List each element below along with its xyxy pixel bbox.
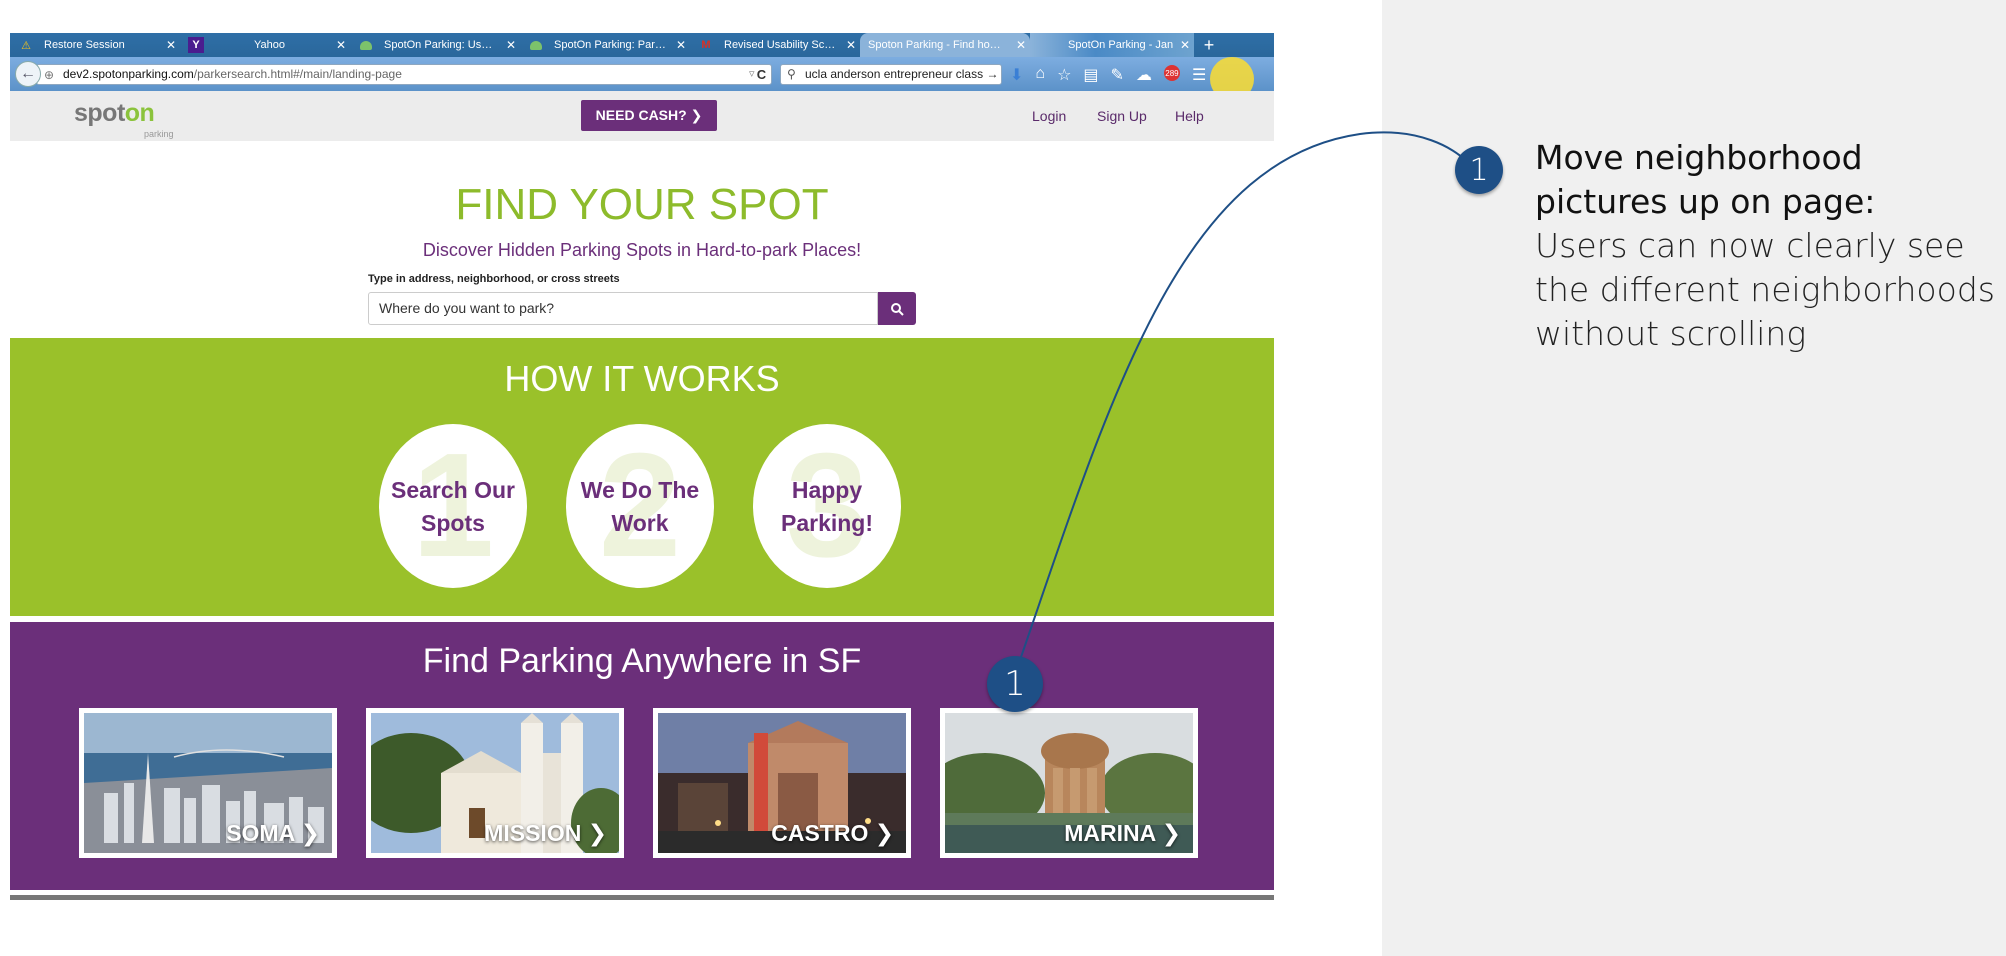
step-happy-parking: 3 Happy Parking! — [753, 424, 901, 588]
mission-photo: MISSION ❯ — [371, 713, 619, 853]
addon-badge-icon[interactable]: 289 — [1163, 65, 1180, 81]
tab-label: Spoton Parking - Find ho… — [868, 39, 1001, 51]
url-path: /parkersearch.html#/main/landing-page — [193, 67, 402, 81]
need-cash-button[interactable]: NEED CASH? ❯ — [581, 100, 717, 131]
neighborhood-card-mission[interactable]: MISSION ❯ — [366, 708, 624, 858]
hero-subtitle: Discover Hidden Parking Spots in Hard-to… — [422, 240, 862, 260]
marina-photo: MARINA ❯ — [945, 713, 1193, 853]
help-link[interactable]: Help — [1175, 108, 1204, 124]
step-we-do-the-work: 2 We Do The Work — [566, 424, 714, 588]
tab-bar: ⚠ Restore Session ✕ Y Yahoo ✕ SpotOn Par… — [10, 33, 1274, 57]
park-search-input[interactable]: Where do you want to park? — [368, 292, 878, 325]
castro-photo: CASTRO ❯ — [658, 713, 906, 853]
tab-yahoo[interactable]: Y Yahoo ✕ — [180, 33, 350, 57]
download-icon[interactable]: ⬇ — [1010, 65, 1023, 85]
search-value: ucla anderson entrepreneur class — [805, 67, 984, 81]
home-icon[interactable]: ⌂ — [1035, 65, 1045, 85]
how-it-works-title: HOW IT WORKS — [504, 358, 780, 399]
neighborhood-label: SOMA ❯ — [226, 820, 320, 846]
soma-photo: SOMA ❯ — [84, 713, 332, 853]
neighborhoods-title: Find Parking Anywhere in SF — [422, 642, 862, 680]
spoton-icon — [358, 37, 374, 53]
close-icon[interactable]: ✕ — [162, 38, 180, 52]
search-icon: ⚲ — [787, 67, 796, 81]
login-link[interactable]: Login — [1032, 108, 1066, 124]
tab-spoton-parking[interactable]: SpotOn Parking: Par… ✕ — [520, 33, 690, 57]
logo-text: spot — [74, 99, 125, 127]
warning-icon: ⚠ — [21, 39, 31, 52]
go-arrow-icon[interactable]: → — [986, 67, 998, 81]
spoton-icon — [528, 37, 544, 53]
neighborhood-label: CASTRO ❯ — [771, 820, 894, 846]
tab-spoton-usability[interactable]: SpotOn Parking: Us… ✕ — [350, 33, 520, 57]
menu-icon[interactable]: ☰ — [1192, 65, 1206, 85]
close-icon[interactable]: ✕ — [1012, 38, 1030, 52]
reload-icon[interactable]: C — [751, 64, 772, 85]
tab-spoton-find[interactable]: Spoton Parking - Find ho… ✕ — [860, 33, 1030, 57]
tab-label: SpotOn Parking - Jan … — [1068, 39, 1176, 51]
tab-restore-session[interactable]: ⚠ Restore Session ✕ — [10, 33, 180, 57]
neighborhood-label: MARINA ❯ — [1064, 820, 1181, 846]
hero-title: FIND YOUR SPOT — [455, 180, 829, 229]
chat-icon[interactable]: ☁ — [1136, 65, 1152, 85]
new-tab-button[interactable]: + — [1194, 33, 1224, 57]
neighborhood-label: MISSION ❯ — [484, 820, 607, 846]
close-icon[interactable]: ✕ — [332, 38, 350, 52]
neighborhood-card-castro[interactable]: CASTRO ❯ — [653, 708, 911, 858]
gmail-icon: M — [701, 39, 711, 51]
step-label: Happy Parking! — [753, 474, 901, 540]
step-line2: Spots — [421, 510, 485, 536]
tab-label: Restore Session — [44, 39, 125, 51]
step-line1: We Do The — [580, 477, 700, 503]
logo-subtitle: parking — [144, 129, 174, 139]
step-line2: Parking! — [780, 510, 874, 536]
page-bottom-border — [10, 895, 1274, 900]
sync-icon[interactable]: ✎ — [1111, 65, 1124, 85]
search-icon — [891, 302, 904, 316]
tab-spoton-jan[interactable]: SpotOn Parking - Jan … ✕ — [1030, 33, 1194, 57]
site-header: spoton parking NEED CASH? ❯ Login Sign U… — [10, 91, 1274, 141]
tab-label: SpotOn Parking: Par… — [554, 39, 666, 51]
neighborhoods-section: Find Parking Anywhere in SF SOMA ❯ MISSI… — [10, 622, 1274, 890]
tab-revised-usability[interactable]: M Revised Usability Sc… ✕ — [690, 33, 860, 57]
annotation-title: Move neighborhood pictures up on page: — [1535, 138, 1876, 221]
tab-label: Revised Usability Sc… — [724, 39, 836, 51]
step-line2: Work — [611, 510, 669, 536]
nav-toolbar: ⊕ dev2.spotonparking.com/parkersearch.ht… — [10, 57, 1274, 101]
url-host: dev2.spotonparking.com — [63, 67, 194, 81]
search-input[interactable]: ⚲ ucla anderson entrepreneur class → — [780, 64, 1002, 85]
signup-link[interactable]: Sign Up — [1097, 108, 1147, 124]
tab-label: Yahoo — [254, 39, 285, 51]
reader-icon[interactable]: ▤ — [1083, 65, 1098, 85]
step-label: Search Our Spots — [379, 474, 527, 540]
annotation-marker: 1 — [987, 656, 1043, 712]
step-label: We Do The Work — [566, 474, 714, 540]
close-icon[interactable]: ✕ — [672, 38, 690, 52]
park-search-button[interactable] — [878, 292, 916, 325]
neighborhood-card-marina[interactable]: MARINA ❯ — [940, 708, 1198, 858]
url-bar[interactable]: ⊕ dev2.spotonparking.com/parkersearch.ht… — [36, 64, 772, 85]
how-it-works-section: HOW IT WORKS 1 Search Our Spots 2 We Do T… — [10, 338, 1274, 616]
site-logo[interactable]: spoton — [74, 99, 155, 128]
step-search-our-spots: 1 Search Our Spots — [379, 424, 527, 588]
annotation-number-badge: 1 — [1455, 146, 1503, 194]
search-label: Type in address, neighborhood, or cross … — [368, 273, 620, 285]
close-icon[interactable]: ✕ — [502, 38, 520, 52]
close-icon[interactable]: ✕ — [1176, 38, 1194, 52]
tab-label: SpotOn Parking: Us… — [384, 39, 493, 51]
logo-accent: on — [124, 99, 155, 127]
yahoo-icon: Y — [188, 37, 204, 53]
step-line1: Search Our — [391, 477, 515, 503]
bookmark-star-icon[interactable]: ☆ — [1057, 65, 1071, 85]
back-button[interactable]: ← — [15, 61, 41, 87]
annotation-body: Users can now clearly see the different … — [1535, 226, 1995, 353]
close-icon[interactable]: ✕ — [842, 38, 860, 52]
globe-icon: ⊕ — [44, 68, 55, 82]
toolbar-icons: ⬇ ⌂ ☆ ▤ ✎ ☁ 289 ☰ — [1010, 65, 1206, 85]
step-line1: Happy — [791, 477, 863, 503]
neighborhood-card-soma[interactable]: SOMA ❯ — [79, 708, 337, 858]
browser-window: ⚠ Restore Session ✕ Y Yahoo ✕ SpotOn Par… — [10, 33, 1274, 901]
